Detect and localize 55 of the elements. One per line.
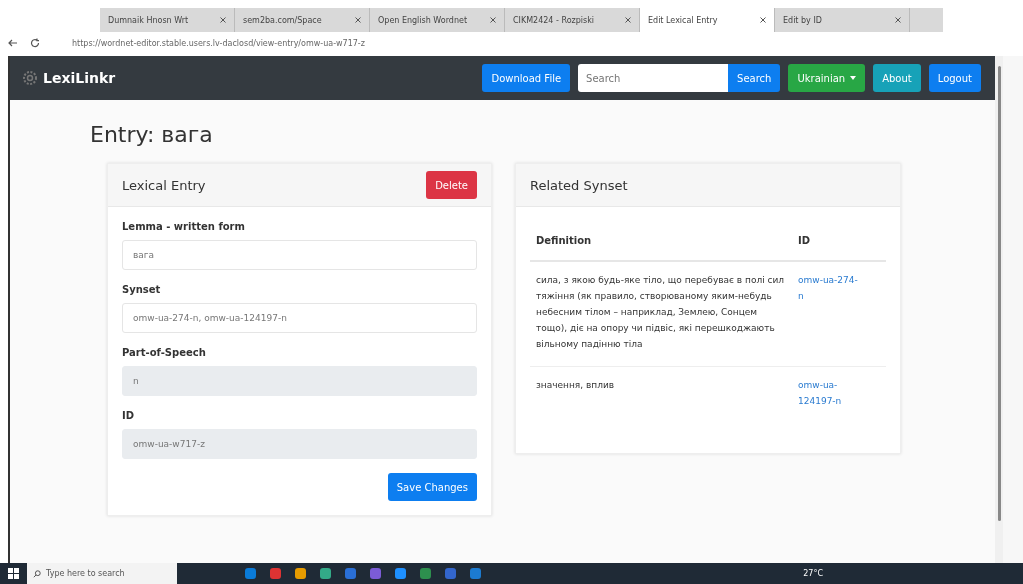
card-title: Related Synset (530, 177, 628, 193)
address-bar[interactable]: https://wordnet-editor.stable.users.lv-daclosd/view-entry/omw-ua-w717-z (52, 38, 365, 48)
nav-button[interactable]: Logout (928, 64, 981, 92)
close-icon[interactable] (355, 17, 361, 23)
save-button[interactable]: Save Changes (387, 473, 477, 501)
close-icon[interactable] (760, 17, 766, 23)
table-cell: значення, вплив (530, 366, 792, 423)
weather-text: 27°C (803, 569, 823, 578)
field-label: Part-of-Speech (122, 347, 207, 358)
nav-button[interactable]: About (873, 64, 921, 92)
app-icon[interactable] (445, 568, 456, 579)
app-icon[interactable] (270, 568, 281, 579)
field-label: ID (122, 410, 136, 421)
search-button[interactable]: Search (728, 64, 781, 92)
back-icon[interactable] (8, 38, 18, 48)
close-icon[interactable] (220, 17, 226, 23)
app-icon[interactable] (345, 568, 356, 579)
field-label: Lemma - written form (122, 221, 246, 232)
input-field[interactable]: вага (122, 240, 477, 270)
brand-name[interactable]: LexiLinkr (43, 70, 116, 86)
table-cell: сила, з якою будь-яке тіло, що перебуває в полі сил тяжіння (як правило, створюваному яким-небудь небесним тілом – наприклад, Землею, Сонцем тощо), діє на опору чи підвіс, які перешкоджають вільному падінню тіла (530, 261, 792, 367)
search-placeholder: Type here to search (46, 569, 125, 578)
browser-tab[interactable]: Edit Lexical Entry (640, 8, 775, 32)
close-icon[interactable] (895, 17, 901, 23)
language-dropdown[interactable]: Ukrainian (788, 64, 866, 92)
page-title: Entry: вага (90, 122, 214, 147)
app-icon[interactable] (470, 568, 481, 579)
delete-button[interactable]: Delete (426, 171, 477, 199)
taskbar-search[interactable]: Type here to search (27, 563, 177, 584)
input-field[interactable]: omw-ua-274-n, omw-ua-124197-n (122, 303, 477, 333)
download-button[interactable]: Download File (482, 64, 571, 92)
app-icon[interactable] (245, 568, 256, 579)
input-field: omw-ua-w717-z (122, 429, 477, 459)
close-icon[interactable] (490, 17, 496, 23)
app-icon[interactable] (395, 568, 406, 579)
column-header: ID (792, 225, 886, 261)
caret-icon (850, 76, 857, 80)
gear-icon (22, 70, 38, 86)
app-icon[interactable] (295, 568, 306, 579)
synset-link[interactable]: omw-ua-124197-n (798, 377, 858, 409)
app-icon[interactable] (370, 568, 381, 579)
windows-icon[interactable] (8, 568, 19, 579)
field-label: Synset (122, 284, 162, 295)
scrollbar[interactable] (995, 56, 1003, 563)
search-field[interactable]: Search (578, 64, 729, 92)
search-icon (33, 569, 41, 578)
synset-link[interactable]: omw-ua-274-n (798, 272, 858, 304)
card-title: Lexical Entry (122, 177, 206, 193)
app-icon[interactable] (420, 568, 431, 579)
reload-icon[interactable] (30, 38, 40, 48)
column-header: Definition (530, 225, 792, 261)
input-field: n (122, 366, 477, 396)
app-icon[interactable] (320, 568, 331, 579)
brand-logo[interactable]: LexiLinkr (22, 70, 116, 86)
close-icon[interactable] (625, 17, 631, 23)
